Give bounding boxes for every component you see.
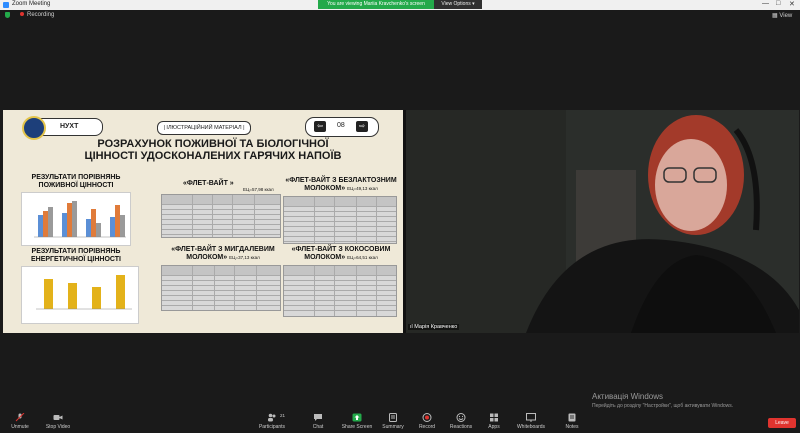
- nutritional-chart-svg: [34, 201, 126, 238]
- chat-icon: [314, 414, 322, 421]
- university-logo: [22, 116, 46, 140]
- reactions-icon: [456, 413, 466, 422]
- label1-line2: ПОЖИВНОЇ ЦІННОСТІ: [38, 182, 114, 189]
- view-label: View: [779, 13, 793, 19]
- participant-video-frame: [406, 110, 799, 333]
- table4-title-line2: МОЛОКОМ» ЕЦ=64,51 ккал: [285, 254, 397, 262]
- activation-title: Активація Windows: [592, 392, 664, 401]
- chat-label: Chat: [312, 424, 324, 430]
- apps-button[interactable]: Apps: [474, 413, 514, 430]
- table3-title-word: МОЛОКОМ»: [186, 254, 228, 261]
- table4-title: «ФЛЕТ-ВАЙТ З КОКОСОВИМ МОЛОКОМ» ЕЦ=64,51…: [285, 246, 397, 262]
- reactions-label: Reactions: [449, 424, 473, 430]
- table4: [283, 265, 397, 317]
- table1: [161, 194, 281, 238]
- record-icon: [422, 413, 432, 422]
- record-dot-icon: [20, 12, 24, 16]
- participants-button[interactable]: Participants 21: [252, 413, 292, 430]
- table3: [161, 265, 281, 311]
- participant-video[interactable]: [406, 110, 799, 333]
- chat-button[interactable]: Chat: [298, 413, 338, 430]
- zoom-app-icon: [3, 2, 9, 8]
- slide-header-middle: | ІЛЮСТРАЦІЙНИЙ МАТЕРІАЛ |: [157, 121, 251, 135]
- view-options-label: View Options: [441, 1, 471, 7]
- table2-title-word: МОЛОКОМ»: [304, 185, 346, 192]
- table3-energy: ЕЦ=37,13 ккал: [229, 255, 260, 260]
- screen-share-banner: You are viewing Mariia Kravchenko's scre…: [318, 0, 434, 9]
- mic-off-icon: [15, 413, 25, 422]
- mic-muted-icon: ıl: [410, 324, 413, 330]
- apps-label: Apps: [488, 424, 500, 430]
- meeting-toolbar: Unmute Stop Video Participants 21 Chat S…: [0, 409, 800, 433]
- stop-video-label: Stop Video: [45, 424, 71, 430]
- close-icon[interactable]: ✕: [789, 0, 795, 8]
- slide-title: РОЗРАХУНОК ПОЖИВНОЇ ТА БІОЛОГІЧНОЇ ЦІННО…: [63, 138, 363, 162]
- nutritional-comparison-label: РЕЗУЛЬТАТИ ПОРІВНЯНЬ ПОЖИВНОЇ ЦІННОСТІ: [21, 174, 131, 190]
- table1-energy: ЕЦ=57,98 ккал: [243, 187, 274, 192]
- table2-energy: ЕЦ=49,13 ккал: [347, 186, 378, 191]
- table2: [283, 196, 397, 244]
- table3-title-line1: «ФЛЕТ-ВАЙТ З МИГДАЛЕВИМ: [171, 246, 275, 253]
- notes-label: Notes: [565, 424, 579, 430]
- leave-button[interactable]: Leave: [768, 418, 796, 428]
- slide-nav: ⇦ 08 ⇨: [305, 117, 379, 137]
- share-screen-label: Share Screen: [341, 424, 373, 430]
- table2-title: «ФЛЕТ-ВАЙТ З БЕЗЛАКТОЗНИМ МОЛОКОМ» ЕЦ=49…: [285, 177, 397, 193]
- share-screen-button[interactable]: Share Screen: [337, 413, 377, 430]
- summary-icon: [389, 413, 397, 422]
- stop-video-button[interactable]: Stop Video: [38, 413, 78, 430]
- participant-name: Марія Кравченко: [414, 324, 458, 330]
- next-arrow-icon: ⇨: [356, 121, 368, 132]
- minimize-icon[interactable]: —: [762, 0, 769, 7]
- participant-name-tag: ıl Марія Кравченко: [408, 324, 460, 330]
- view-options-button[interactable]: View Options ▾: [434, 0, 482, 9]
- shared-slide: НУХТ | ІЛЮСТРАЦІЙНИЙ МАТЕРІАЛ | ⇦ 08 ⇨ Р…: [3, 110, 403, 333]
- whiteboards-label: Whiteboards: [516, 424, 546, 430]
- unmute-button[interactable]: Unmute: [0, 413, 40, 430]
- record-label: Record: [418, 424, 436, 430]
- apps-icon: [490, 413, 498, 422]
- notes-icon: [568, 413, 576, 422]
- table4-title-line1: «ФЛЕТ-ВАЙТ З КОКОСОВИМ: [291, 246, 391, 253]
- table2-title-line2: МОЛОКОМ» ЕЦ=49,13 ккал: [285, 185, 397, 193]
- table3-title: «ФЛЕТ-ВАЙТ З МИГДАЛЕВИМ МОЛОКОМ» ЕЦ=37,1…: [163, 246, 283, 262]
- energy-bar-chart: [21, 266, 139, 324]
- whiteboards-button[interactable]: Whiteboards: [511, 413, 551, 430]
- table3-title-line2: МОЛОКОМ» ЕЦ=37,13 ккал: [163, 254, 283, 262]
- view-button[interactable]: ▦ View: [772, 12, 792, 24]
- participants-icon: [268, 413, 276, 422]
- slide-title-line2: ЦІННОСТІ УДОСКОНАЛЕНИХ ГАРЯЧИХ НАПОЇВ: [84, 150, 342, 162]
- energy-chart-svg: [36, 275, 132, 310]
- label2-line2: ЕНЕРГЕТИЧНОЇ ЦІННОСТІ: [30, 256, 121, 263]
- video-camera-icon: [53, 415, 63, 420]
- energy-comparison-label: РЕЗУЛЬТАТИ ПОРІВНЯНЬ ЕНЕРГЕТИЧНОЇ ЦІННОС…: [21, 248, 131, 264]
- slide-page-number: 08: [337, 122, 345, 129]
- slide-header-left: НУХТ: [22, 116, 103, 140]
- maximize-icon[interactable]: □: [776, 0, 780, 7]
- recording-label: Recording: [27, 12, 55, 18]
- whiteboard-icon: [526, 413, 536, 422]
- slide-title-line1: РОЗРАХУНОК ПОЖИВНОЇ ТА БІОЛОГІЧНОЇ: [97, 138, 329, 150]
- summary-label: Summary: [382, 424, 404, 430]
- label2-line1: РЕЗУЛЬТАТИ ПОРІВНЯНЬ: [31, 248, 121, 255]
- windows-activation-watermark: Активація Windows Перейдіть до розділу "…: [592, 392, 733, 409]
- shield-icon: [5, 12, 10, 18]
- prev-arrow-icon: ⇦: [314, 121, 326, 132]
- security-shield[interactable]: [5, 12, 10, 24]
- notes-button[interactable]: Notes: [552, 413, 592, 430]
- participants-label: Participants: [258, 424, 286, 430]
- table2-title-line1: «ФЛЕТ-ВАЙТ З БЕЗЛАКТОЗНИМ: [285, 177, 397, 184]
- slide-header-left-text: НУХТ: [60, 123, 79, 130]
- nutritional-bar-chart: [21, 192, 131, 246]
- table4-title-word: МОЛОКОМ»: [304, 254, 346, 261]
- participants-count: 21: [280, 413, 286, 418]
- label1-line1: РЕЗУЛЬТАТИ ПОРІВНЯНЬ: [31, 174, 121, 181]
- table4-energy: ЕЦ=64,51 ккал: [347, 255, 378, 260]
- share-screen-icon: [352, 413, 362, 422]
- unmute-label: Unmute: [11, 424, 29, 430]
- recording-indicator[interactable]: Recording: [20, 12, 54, 24]
- grid-icon: ▦: [772, 13, 778, 19]
- window-title: Zoom Meeting: [12, 1, 51, 7]
